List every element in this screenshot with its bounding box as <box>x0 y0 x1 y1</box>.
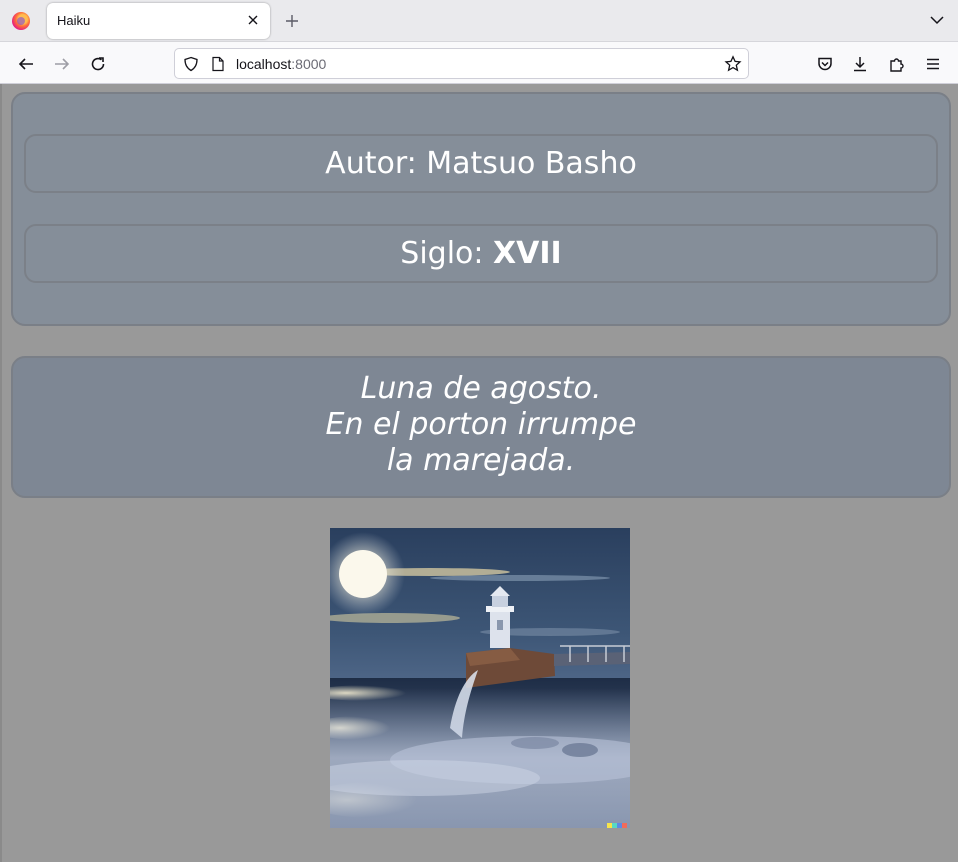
century-field: Siglo: XVII <box>24 224 938 283</box>
chevron-down-icon[interactable] <box>928 11 946 29</box>
poem-line-1: Luna de agosto. <box>360 371 602 406</box>
extensions-icon[interactable] <box>885 52 909 76</box>
navigation-toolbar: localhost:8000 <box>0 42 958 84</box>
close-icon[interactable] <box>244 11 262 29</box>
forward-arrow-icon[interactable] <box>50 52 74 76</box>
tab-bar: Haiku <box>0 0 958 42</box>
page-content: Autor: Matsuo Basho Siglo: XVII Luna de … <box>0 84 958 862</box>
url-host: localhost <box>236 56 292 72</box>
plus-icon[interactable] <box>281 10 303 32</box>
poem-line-3: la marejada. <box>386 443 576 478</box>
tab-haiku[interactable]: Haiku <box>47 3 270 39</box>
url-bar[interactable]: localhost:8000 <box>174 48 749 79</box>
back-arrow-icon[interactable] <box>14 52 38 76</box>
century-label: Siglo: <box>400 236 494 271</box>
reload-icon[interactable] <box>86 52 110 76</box>
author-field: Autor: Matsuo Basho <box>24 134 938 193</box>
menu-icon[interactable] <box>921 52 945 76</box>
pocket-icon[interactable] <box>813 52 837 76</box>
author-label: Autor: <box>325 146 427 181</box>
firefox-logo-icon[interactable] <box>12 12 30 30</box>
author-name: Matsuo Basho <box>426 146 637 181</box>
century-value: XVII <box>493 236 562 271</box>
poem-panel: Luna de agosto. En el porton irrumpe la … <box>11 356 951 498</box>
shield-icon[interactable] <box>183 56 199 72</box>
url-text[interactable]: localhost:8000 <box>236 56 326 72</box>
url-port: :8000 <box>291 56 327 72</box>
poem-line-2: En el porton irrumpe <box>325 407 637 442</box>
tab-title: Haiku <box>57 13 91 28</box>
download-icon[interactable] <box>848 52 872 76</box>
star-icon[interactable] <box>724 55 742 73</box>
haiku-illustration <box>330 528 630 828</box>
info-panel: Autor: Matsuo Basho Siglo: XVII <box>11 92 951 326</box>
page-icon <box>211 56 225 72</box>
